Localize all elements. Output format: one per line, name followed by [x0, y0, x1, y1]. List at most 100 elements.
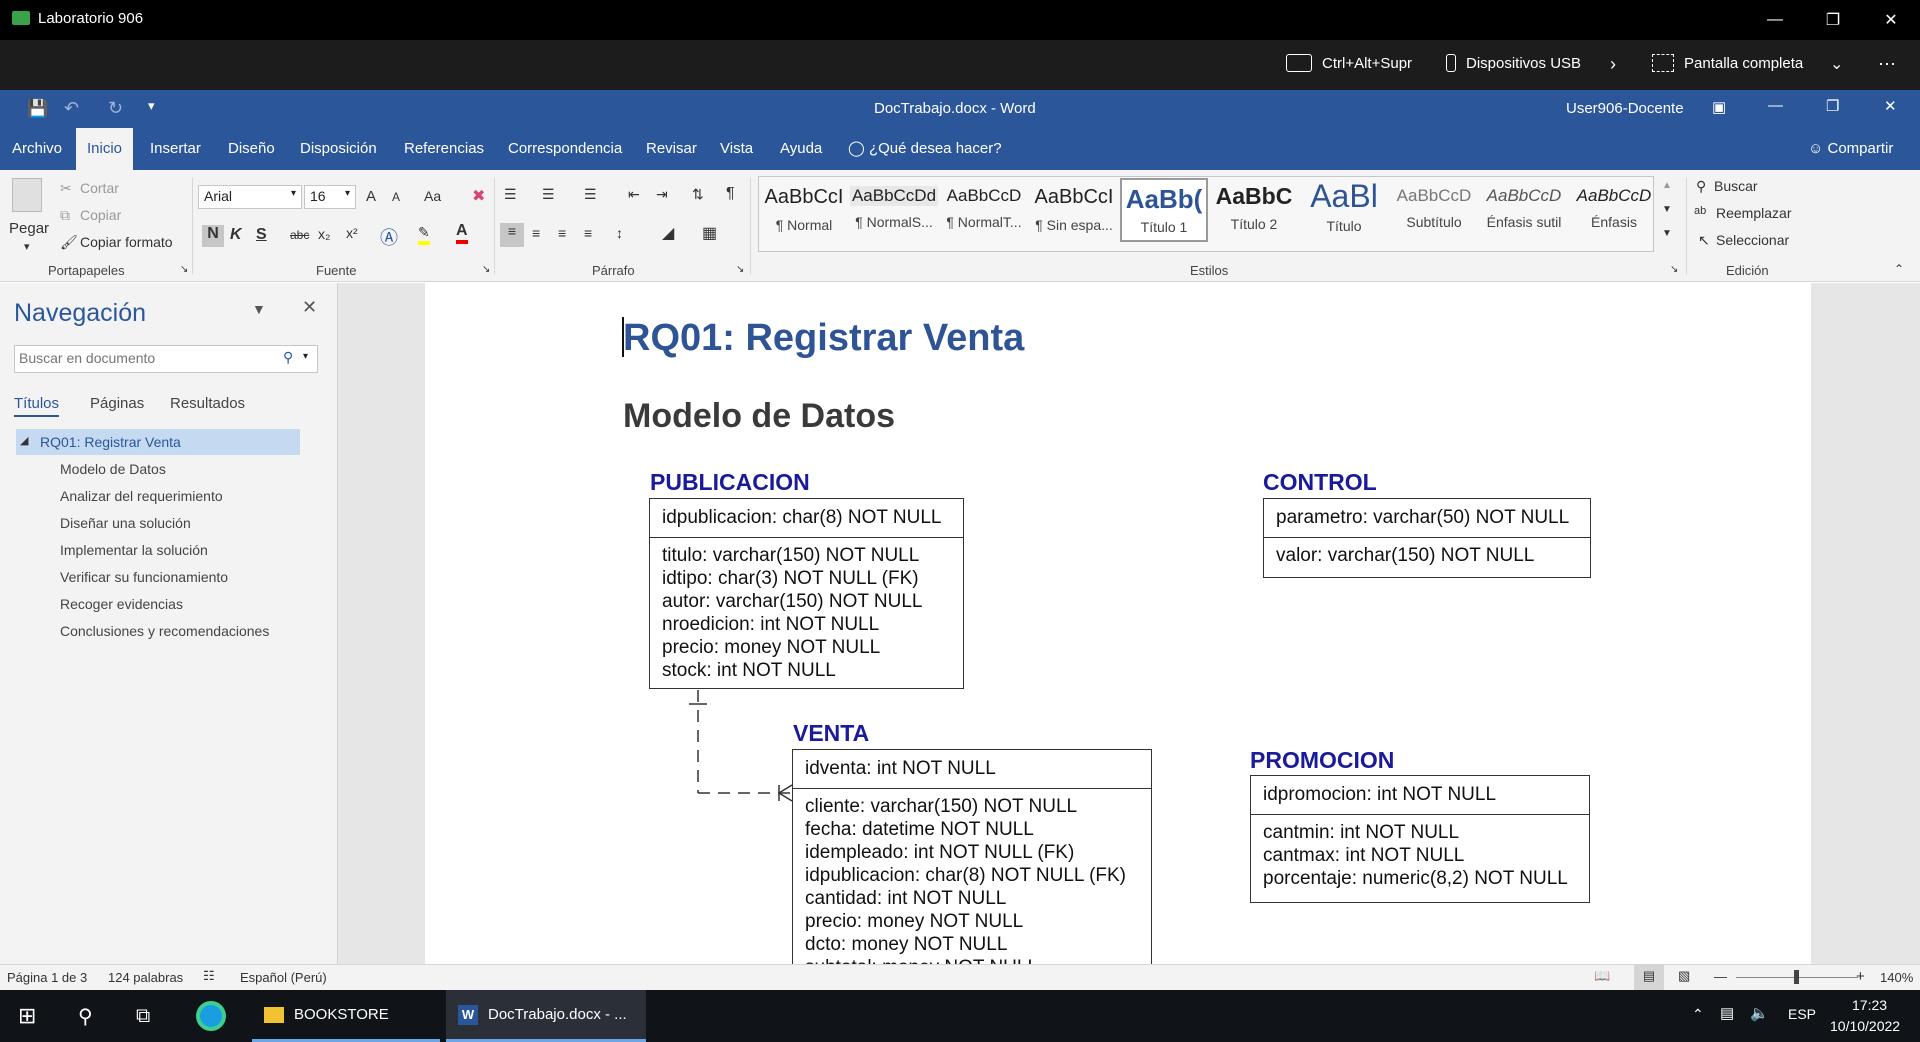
document-page[interactable]: RQ01: Registrar Venta Modelo de Datos PU… [425, 283, 1811, 964]
zoom-out-icon[interactable]: — [1714, 969, 1727, 984]
decrease-indent-icon[interactable]: ⇤ [628, 186, 640, 203]
paragraph-launcher-icon[interactable]: ↘ [736, 264, 744, 275]
collapse-triangle-icon[interactable]: ◢ [20, 434, 28, 447]
justify-icon[interactable]: ≡ [584, 225, 592, 241]
style-emphasis[interactable]: AaBbCcD Énfasis [1570, 178, 1658, 242]
tell-me-box[interactable]: ◯ ¿Qué desea hacer? [846, 128, 1004, 170]
find-button[interactable]: Buscar [1714, 178, 1758, 194]
style-normal[interactable]: AaBbCcI ¶ Normal [760, 178, 848, 242]
style-normals[interactable]: AaBbCcDd ¶ NormalS... [850, 178, 938, 242]
word-minimize-icon[interactable]: — [1768, 97, 1783, 114]
paste-dropdown-icon[interactable]: ▾ [24, 240, 30, 253]
quick-access-dropdown-icon[interactable]: ▾ [148, 98, 155, 114]
style-title[interactable]: AaBl Título [1300, 178, 1388, 242]
nav-heading-item[interactable]: Conclusiones y recomendaciones [60, 623, 269, 639]
strikethrough-button[interactable]: abc [290, 228, 309, 242]
align-right-icon[interactable]: ≡ [558, 225, 566, 241]
read-mode-icon[interactable]: 📖 [1594, 968, 1610, 984]
paste-button[interactable]: Pegar [9, 220, 49, 237]
cut-button[interactable]: Cortar [80, 180, 119, 196]
show-marks-icon[interactable]: ¶ [726, 185, 735, 203]
ribbon-display-icon[interactable]: ▣ [1712, 98, 1726, 116]
styles-scroll-down-icon[interactable]: ▼ [1662, 204, 1672, 215]
style-subtle-emphasis[interactable]: AaBbCcD Énfasis sutil [1480, 178, 1568, 242]
nav-tab-headings[interactable]: Títulos [14, 395, 60, 417]
input-language[interactable]: ESP [1788, 1006, 1816, 1022]
font-launcher-icon[interactable]: ↘ [482, 264, 490, 275]
numbering-icon[interactable]: ☰ [542, 186, 555, 203]
nav-heading-item[interactable]: Recoger evidencias [60, 596, 183, 612]
tab-insertar[interactable]: Insertar [148, 128, 203, 170]
subscript-button[interactable]: x₂ [318, 226, 330, 242]
style-heading-2[interactable]: AaBbC Título 2 [1210, 178, 1298, 242]
paste-icon[interactable] [12, 178, 42, 212]
nav-heading-item[interactable]: Analizar del requerimiento [60, 488, 223, 504]
clock-time[interactable]: 17:23 [1852, 997, 1887, 1013]
shrink-font-icon[interactable]: A [392, 190, 400, 204]
more-icon[interactable]: ⋯ [1878, 54, 1896, 75]
user-name[interactable]: User906-Docente [1566, 100, 1684, 117]
increase-indent-icon[interactable]: ⇥ [656, 186, 668, 203]
nav-search-input[interactable] [15, 346, 265, 370]
nav-heading-item[interactable]: Diseñar una solución [60, 515, 191, 531]
underline-button[interactable]: S [256, 226, 267, 244]
font-name-combo[interactable]: Arial ▾ [198, 185, 302, 209]
sort-icon[interactable]: ⇅ [692, 186, 704, 203]
fullscreen-button[interactable]: Pantalla completa [1652, 54, 1803, 72]
network-icon[interactable]: ▤ [1720, 1004, 1734, 1022]
style-heading-1[interactable]: AaBb(Título 1 [1120, 178, 1208, 242]
nav-close-icon[interactable]: ✕ [302, 297, 317, 318]
language-status[interactable]: Español (Perú) [240, 970, 327, 985]
nav-heading-selected[interactable]: ◢ RQ01: Registrar Venta [16, 429, 300, 455]
replace-button[interactable]: Reemplazar [1716, 205, 1791, 221]
line-spacing-icon[interactable]: ↕ [616, 225, 623, 241]
clipboard-launcher-icon[interactable]: ↘ [180, 264, 188, 275]
web-layout-icon[interactable]: ▧ [1678, 968, 1690, 984]
clock-date[interactable]: 10/10/2022 [1830, 1018, 1900, 1034]
nav-tab-results[interactable]: Resultados [170, 395, 245, 412]
bold-button[interactable]: N [202, 225, 224, 247]
edge-icon[interactable] [196, 990, 226, 1042]
tray-chevron-icon[interactable]: ⌃ [1692, 1006, 1704, 1023]
cad-button[interactable]: Ctrl+Alt+Supr [1286, 54, 1412, 72]
usb-devices-button[interactable]: Dispositivos USB [1446, 54, 1581, 72]
align-center-icon[interactable]: ≡ [532, 225, 540, 241]
format-painter-button[interactable]: Copiar formato [80, 234, 173, 250]
chevron-down-icon[interactable]: ▾ [303, 351, 308, 362]
style-normalt[interactable]: AaBbCcD ¶ NormalT... [940, 178, 1028, 242]
styles-launcher-icon[interactable]: ↘ [1670, 264, 1678, 275]
align-left-icon[interactable]: ≡ [500, 223, 524, 247]
nav-search-box[interactable]: ⚲ ▾ [14, 345, 318, 373]
chevron-down-icon[interactable]: ⌄ [1830, 54, 1843, 74]
multilevel-list-icon[interactable]: ☰ [584, 186, 597, 203]
word-restore-icon[interactable]: ❐ [1826, 97, 1839, 115]
copy-button[interactable]: Copiar [80, 207, 121, 223]
tab-revisar[interactable]: Revisar [644, 128, 699, 170]
taskbar-item-word[interactable]: W DocTrabajo.docx - ... [446, 990, 646, 1042]
italic-button[interactable]: K [230, 226, 242, 244]
word-close-icon[interactable]: ✕ [1884, 97, 1897, 115]
save-icon[interactable]: 💾 [27, 99, 48, 119]
tab-diseno[interactable]: Diseño [226, 128, 277, 170]
search-icon[interactable]: ⚲ [78, 990, 93, 1042]
task-view-icon[interactable]: ⧉ [136, 990, 150, 1042]
tab-ayuda[interactable]: Ayuda [778, 128, 824, 170]
nav-heading-item[interactable]: Modelo de Datos [60, 461, 166, 477]
tab-correspondencia[interactable]: Correspondencia [506, 128, 624, 170]
proofing-icon[interactable]: ☷ [203, 968, 215, 984]
borders-icon[interactable]: ▦ [702, 223, 717, 243]
bullets-icon[interactable]: ☰ [504, 186, 517, 203]
zoom-in-icon[interactable]: + [1856, 968, 1865, 985]
close-icon[interactable]: ✕ [1862, 0, 1920, 40]
restore-icon[interactable]: ❐ [1804, 0, 1862, 40]
text-effects-icon[interactable]: Ⓐ [380, 224, 398, 250]
page-count[interactable]: Página 1 de 3 [7, 970, 87, 985]
superscript-button[interactable]: x² [346, 225, 358, 241]
search-icon[interactable]: ⚲ [283, 349, 293, 366]
redo-icon[interactable]: ↻ [108, 98, 123, 119]
tab-vista[interactable]: Vista [718, 128, 755, 170]
collapse-ribbon-icon[interactable]: ⌃ [1894, 262, 1904, 276]
styles-more-icon[interactable]: ▼ [1662, 228, 1672, 239]
style-no-spacing[interactable]: AaBbCcI ¶ Sin espa... [1030, 178, 1118, 242]
change-case-button[interactable]: Aa [424, 188, 441, 204]
